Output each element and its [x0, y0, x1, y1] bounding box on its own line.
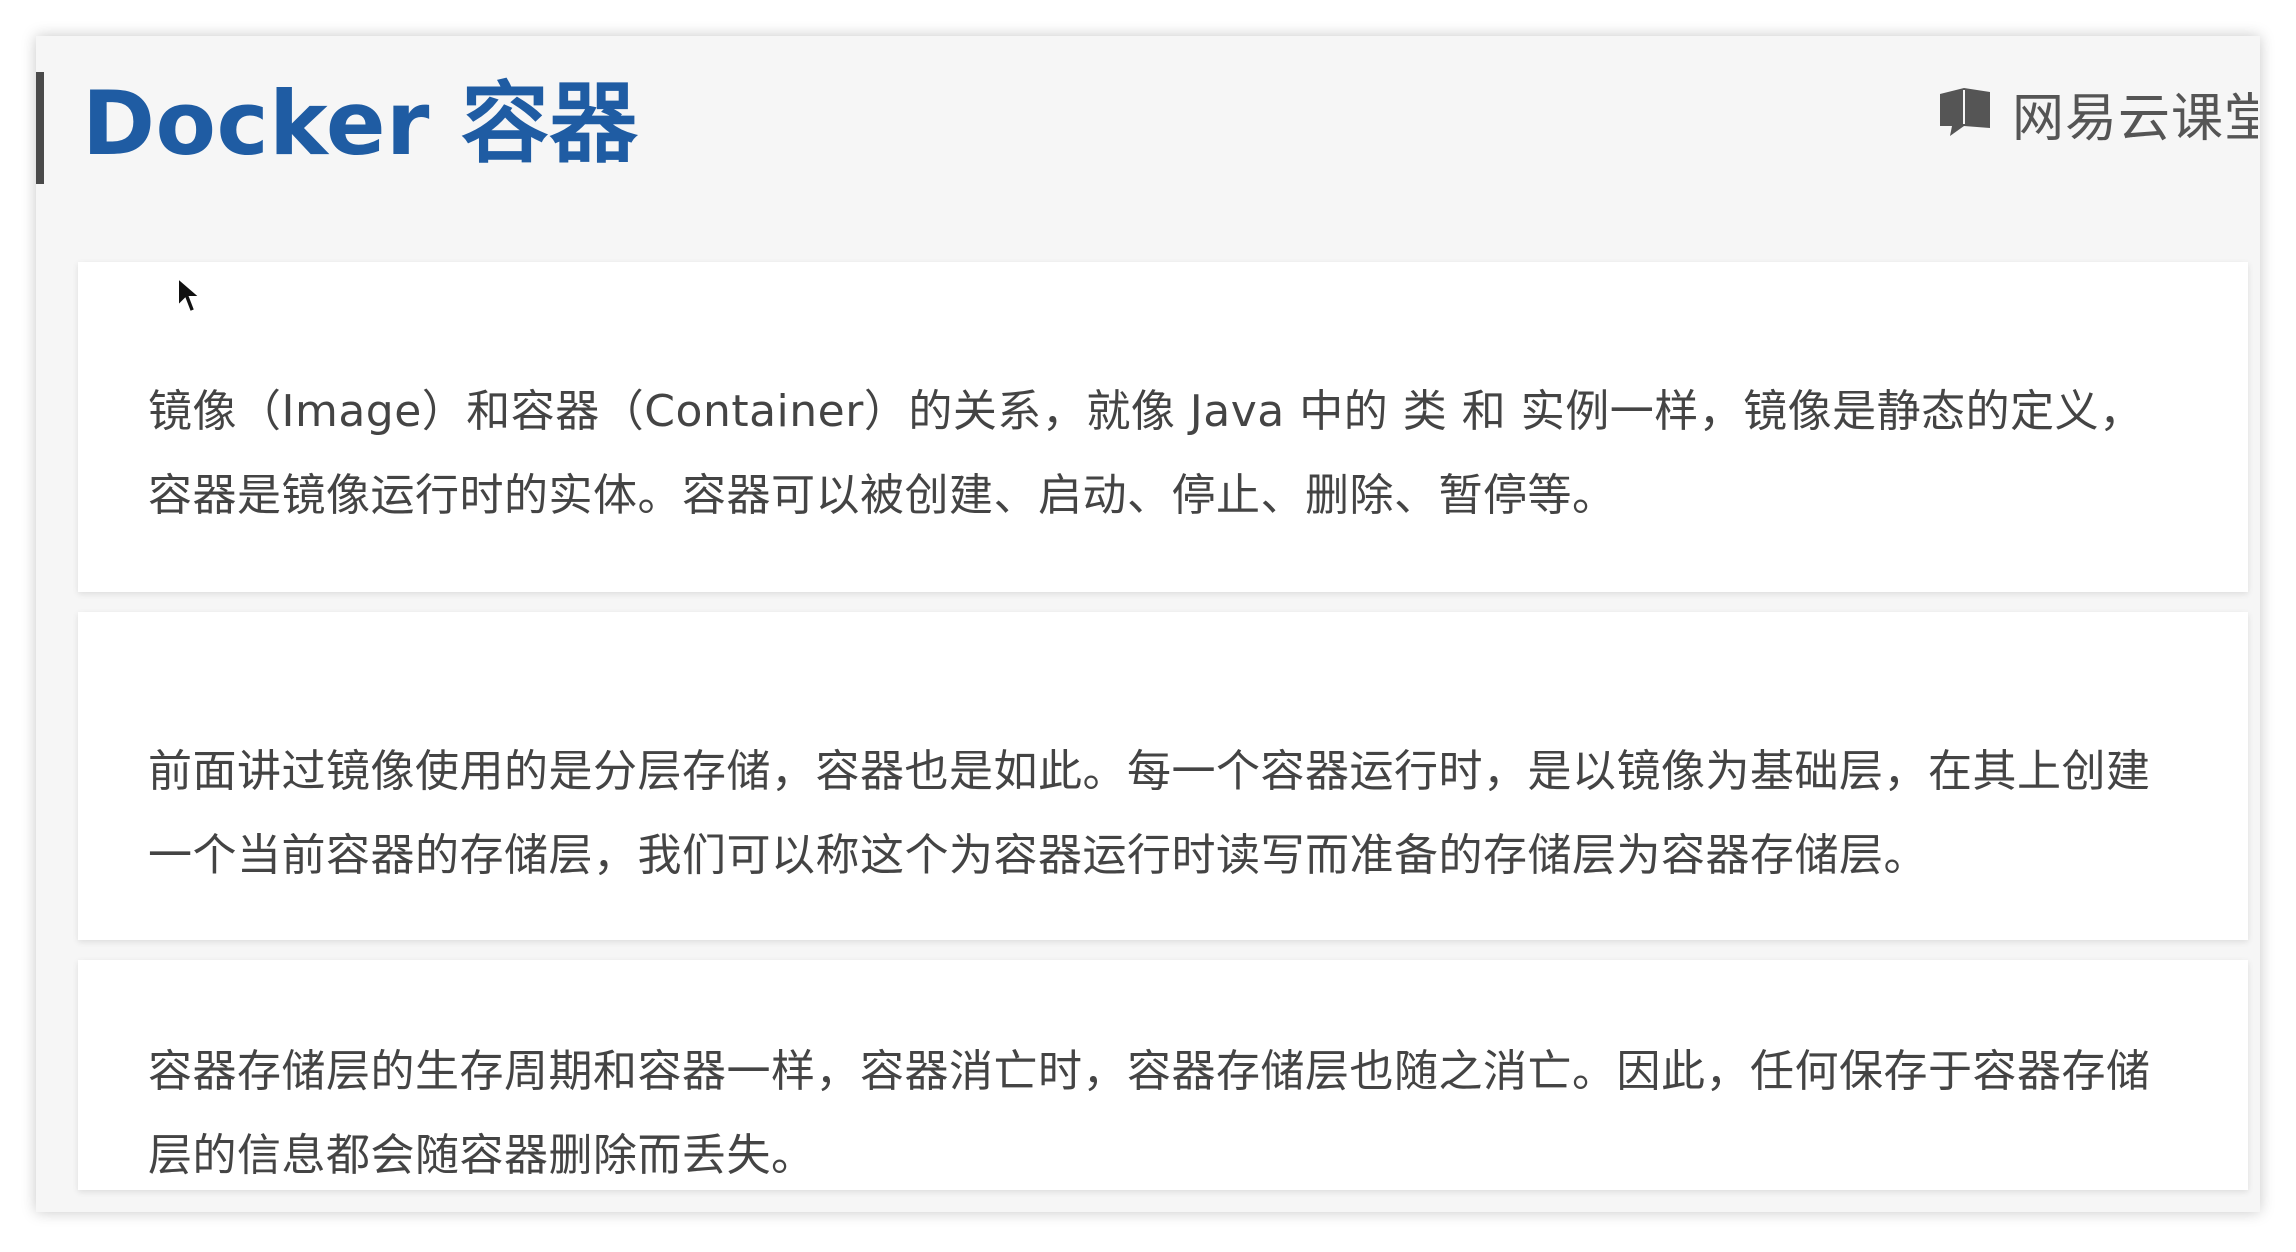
- chat-book-icon: [1940, 88, 1990, 136]
- paragraph-storage-lifecycle: 容器存储层的生存周期和容器一样，容器消亡时，容器存储层也随之消亡。因此，任何保存…: [148, 1046, 2151, 1181]
- slide: Docker 容器 网易云课堂 镜像（Image）和容器（Container）的…: [36, 36, 2260, 1212]
- mouse-pointer-icon: [177, 276, 202, 314]
- title-accent-bar: [36, 72, 44, 184]
- paragraph-layered-storage: 前面讲过镜像使用的是分层存储，容器也是如此。每一个容器运行时，是以镜像为基础层，…: [148, 746, 2151, 881]
- brand-logo: 网易云课堂: [1936, 78, 2258, 148]
- content-card: 镜像（Image）和容器（Container）的关系，就像 Java 中的 类 …: [78, 262, 2248, 592]
- content-card: 容器存储层的生存周期和容器一样，容器消亡时，容器存储层也随之消亡。因此，任何保存…: [78, 960, 2248, 1190]
- content-card: 前面讲过镜像使用的是分层存储，容器也是如此。每一个容器运行时，是以镜像为基础层，…: [78, 612, 2248, 940]
- paragraph-image-container-relation: 镜像（Image）和容器（Container）的关系，就像 Java 中的 类 …: [148, 386, 2144, 521]
- slide-title: Docker 容器: [82, 72, 639, 175]
- brand-name: 网易云课堂: [2012, 88, 2258, 149]
